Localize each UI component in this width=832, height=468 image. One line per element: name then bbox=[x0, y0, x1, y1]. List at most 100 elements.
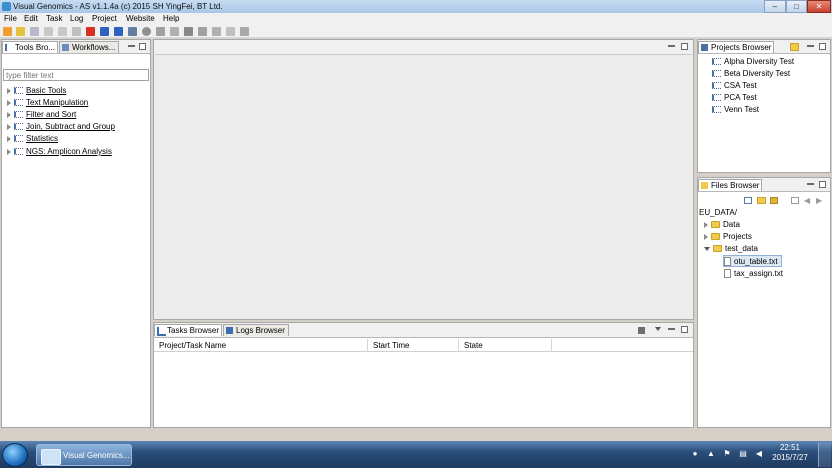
flag-icon[interactable]: ⚑ bbox=[722, 449, 732, 459]
table-icon[interactable] bbox=[184, 27, 193, 36]
menu-website[interactable]: Website bbox=[124, 13, 157, 25]
tab-projects-browser[interactable]: Projects Browser bbox=[698, 41, 774, 53]
tasks-maximize-button[interactable] bbox=[681, 326, 688, 333]
column-divider[interactable] bbox=[367, 339, 368, 352]
folder-label: test_data bbox=[725, 244, 758, 253]
project-item[interactable]: Beta Diversity Test bbox=[712, 68, 790, 80]
project-icon bbox=[712, 70, 721, 78]
close-button[interactable]: ✕ bbox=[807, 0, 831, 13]
expand-arrow-icon[interactable] bbox=[7, 135, 11, 142]
tool-icon bbox=[14, 87, 23, 95]
column-start-time[interactable]: Start Time bbox=[373, 340, 409, 351]
upload-icon[interactable] bbox=[770, 197, 778, 204]
folder-item-test-data[interactable]: test_data bbox=[704, 243, 758, 255]
save-icon[interactable] bbox=[30, 27, 39, 36]
collapse-arrow-icon[interactable] bbox=[704, 246, 710, 251]
show-desktop-button[interactable] bbox=[818, 442, 831, 467]
folder-item-data[interactable]: Data bbox=[704, 219, 740, 231]
tree-item-filter-and-sort[interactable]: Filter and Sort bbox=[7, 109, 76, 121]
tree-item-join-subtract-group[interactable]: Join, Subtract and Group bbox=[7, 121, 115, 133]
projects-maximize-button[interactable] bbox=[819, 43, 826, 50]
project-item[interactable]: PCA Test bbox=[712, 92, 757, 104]
expand-arrow-icon[interactable] bbox=[7, 148, 11, 155]
search-icon[interactable] bbox=[156, 27, 165, 36]
tree-item-text-manipulation[interactable]: Text Manipulation bbox=[7, 97, 88, 109]
editor-maximize-button[interactable] bbox=[681, 43, 688, 50]
minimize-button[interactable]: – bbox=[764, 0, 786, 13]
settings-icon[interactable] bbox=[142, 27, 151, 36]
new-icon[interactable] bbox=[3, 27, 12, 36]
folder-icon bbox=[711, 221, 720, 229]
import-icon[interactable] bbox=[100, 27, 109, 36]
filter-input[interactable] bbox=[3, 69, 149, 81]
new-folder-icon[interactable] bbox=[757, 197, 766, 204]
forward-arrow-icon[interactable]: ▶ bbox=[816, 197, 824, 205]
tab-tasks-browser[interactable]: Tasks Browser bbox=[154, 324, 222, 336]
files-maximize-button[interactable] bbox=[819, 181, 826, 188]
expand-arrow-icon[interactable] bbox=[704, 233, 708, 240]
collapse-all-icon[interactable] bbox=[744, 197, 752, 204]
tab-files-browser[interactable]: Files Browser bbox=[698, 179, 762, 191]
project-label: CSA Test bbox=[724, 81, 757, 90]
chart-icon[interactable] bbox=[212, 27, 221, 36]
project-item[interactable]: CSA Test bbox=[712, 80, 757, 92]
grid-icon[interactable] bbox=[198, 27, 207, 36]
menu-help[interactable]: Help bbox=[161, 13, 181, 25]
column-divider[interactable] bbox=[458, 339, 459, 352]
start-button[interactable] bbox=[2, 443, 28, 467]
layout-icon[interactable] bbox=[240, 27, 249, 36]
tools-minimize-button[interactable] bbox=[128, 45, 135, 47]
language-icon[interactable]: ● bbox=[690, 449, 700, 459]
tools-maximize-button[interactable] bbox=[139, 43, 146, 50]
network-icon[interactable]: ▤ bbox=[738, 449, 748, 459]
menu-task[interactable]: Task bbox=[44, 13, 64, 25]
tab-logs-browser[interactable]: Logs Browser bbox=[223, 324, 289, 336]
folder-item-projects[interactable]: Projects bbox=[704, 231, 752, 243]
expand-arrow-icon[interactable] bbox=[7, 123, 11, 130]
menu-log[interactable]: Log bbox=[68, 13, 85, 25]
back-arrow-icon[interactable]: ◀ bbox=[804, 197, 812, 205]
view-menu-icon[interactable] bbox=[655, 327, 661, 331]
column-project-task-name[interactable]: Project/Task Name bbox=[159, 340, 226, 351]
projects-minimize-button[interactable] bbox=[807, 45, 814, 47]
files-minimize-button[interactable] bbox=[807, 183, 814, 185]
menu-project[interactable]: Project bbox=[90, 13, 119, 25]
clock[interactable]: 22:51 2015/7/27 bbox=[768, 443, 812, 463]
tree-item-statistics[interactable]: Statistics bbox=[7, 133, 58, 145]
file-item-selected[interactable]: otu_table.txt bbox=[723, 255, 782, 267]
menu-edit[interactable]: Edit bbox=[22, 13, 40, 25]
taskbar-app-button[interactable]: Visual Genomics... bbox=[36, 444, 132, 466]
expand-arrow-icon[interactable] bbox=[7, 99, 11, 106]
expand-arrow-icon[interactable] bbox=[7, 87, 11, 94]
tasks-minimize-button[interactable] bbox=[668, 328, 675, 330]
tree-item-basic-tools[interactable]: Basic Tools bbox=[7, 85, 66, 97]
taskbar: Visual Genomics... ● ▲ ⚑ ▤ ◀ 22:51 2015/… bbox=[0, 441, 832, 468]
tray-expand-icon[interactable]: ▲ bbox=[706, 449, 716, 459]
export-icon[interactable] bbox=[114, 27, 123, 36]
list-icon[interactable] bbox=[170, 27, 179, 36]
home-icon[interactable] bbox=[791, 197, 799, 204]
editor-minimize-button[interactable] bbox=[668, 45, 675, 47]
paste-icon[interactable] bbox=[58, 27, 67, 36]
trash-icon[interactable] bbox=[72, 27, 81, 36]
expand-arrow-icon[interactable] bbox=[7, 111, 11, 118]
tab-tools-browser[interactable]: Tools Bro... bbox=[2, 41, 58, 53]
project-item[interactable]: Venn Test bbox=[712, 104, 759, 116]
column-state[interactable]: State bbox=[464, 340, 483, 351]
link-icon[interactable] bbox=[226, 27, 235, 36]
stop-icon[interactable] bbox=[638, 327, 645, 334]
file-item[interactable]: tax_assign.txt bbox=[724, 268, 783, 280]
project-item[interactable]: Alpha Diversity Test bbox=[712, 56, 794, 68]
expand-arrow-icon[interactable] bbox=[704, 221, 708, 228]
tab-workflows[interactable]: Workflows... bbox=[59, 41, 119, 53]
column-divider[interactable] bbox=[551, 339, 552, 352]
maximize-button[interactable]: □ bbox=[786, 0, 807, 13]
open-folder-icon[interactable] bbox=[16, 27, 25, 36]
check-icon[interactable] bbox=[128, 27, 137, 36]
delete-icon[interactable] bbox=[86, 27, 95, 36]
copy-icon[interactable] bbox=[44, 27, 53, 36]
new-project-icon[interactable] bbox=[790, 43, 799, 51]
menu-file[interactable]: File bbox=[2, 13, 19, 25]
tree-item-ngs-amplicon[interactable]: NGS: Amplicon Analysis bbox=[7, 146, 112, 158]
volume-icon[interactable]: ◀ bbox=[754, 449, 764, 459]
